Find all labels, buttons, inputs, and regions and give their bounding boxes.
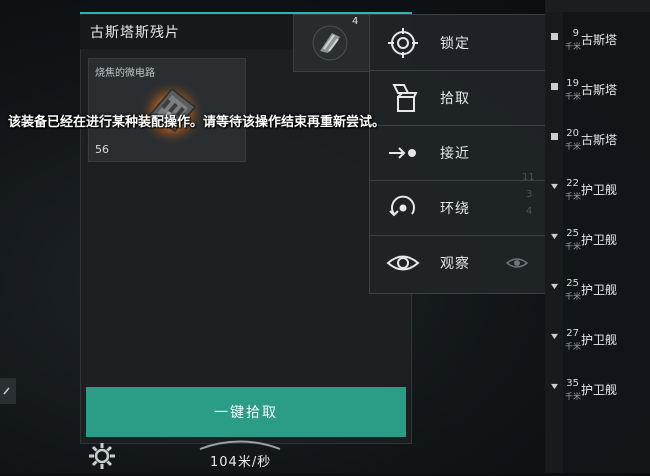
context-menu: 锁定 拾取 接近 环绕 观察	[369, 14, 547, 294]
overview-unit: 千米	[565, 142, 581, 151]
pickup-icon	[392, 83, 418, 112]
overview-distance: 27	[566, 328, 579, 339]
overview-distance: 9	[572, 28, 579, 39]
wreck-title: 古斯塔斯残片	[90, 25, 180, 41]
menu-item-pickup[interactable]: 拾取	[370, 70, 546, 126]
overview-distance: 35	[566, 378, 579, 389]
loot-item-card[interactable]: 烧焦的微电路 56	[88, 58, 246, 162]
menu-label-lock: 锁定	[440, 35, 470, 52]
wreck-marker-icon	[551, 33, 558, 40]
overview-unit: 千米	[565, 242, 581, 251]
crosshair-icon	[388, 27, 418, 58]
overview-unit: 千米	[565, 292, 581, 301]
overview-row[interactable]: 22 千米 护卫舰	[545, 164, 650, 214]
overview-distance: 25	[566, 278, 579, 289]
frigate-marker-icon	[551, 183, 558, 190]
frigate-marker-icon	[551, 283, 558, 290]
overview-row[interactable]: 25 千米 护卫舰	[545, 264, 650, 314]
menu-item-lock[interactable]: 锁定	[370, 15, 546, 71]
overview-name: 护卫舰	[581, 383, 618, 397]
frigate-marker-icon	[551, 383, 558, 390]
overview-top-strip	[545, 0, 650, 12]
menu-label-orbit: 环绕	[440, 200, 470, 217]
overview-distance: 20	[566, 128, 579, 139]
overview-unit: 千米	[565, 92, 581, 101]
overview-name: 护卫舰	[581, 183, 618, 197]
loot-all-button[interactable]: 一键拾取	[86, 387, 406, 437]
overview-name: 古斯塔	[581, 83, 618, 97]
frigate-marker-icon	[551, 333, 558, 340]
overview-row[interactable]: 25 千米 护卫舰	[545, 214, 650, 264]
overview-unit: 千米	[565, 42, 581, 51]
ship-selector-button[interactable]	[293, 14, 371, 72]
menu-label-observe: 观察	[440, 255, 470, 272]
orbit-icon	[389, 195, 415, 216]
frigate-marker-icon	[551, 233, 558, 240]
overview-row[interactable]: 19 千米 古斯塔	[545, 64, 650, 114]
ship-count: 4	[352, 16, 359, 27]
left-edge-tab[interactable]	[0, 378, 16, 404]
eye-icon	[386, 255, 420, 270]
menu-item-approach[interactable]: 接近	[370, 125, 546, 181]
item-quantity: 56	[95, 143, 109, 156]
overview-row[interactable]: 35 千米 护卫舰	[545, 364, 650, 414]
menu-item-observe[interactable]: 观察	[370, 235, 546, 290]
overview-name: 古斯塔	[581, 133, 618, 147]
overview-unit: 千米	[565, 192, 581, 201]
approach-icon	[389, 146, 416, 159]
overview-name: 护卫舰	[581, 333, 618, 347]
overview-distance: 19	[566, 78, 579, 89]
wreck-marker-icon	[551, 83, 558, 90]
overview-name: 护卫舰	[581, 233, 618, 247]
warning-message: 该装备已经在进行某种装配操作。请等待该操作结束再重新尝试。	[8, 115, 386, 130]
speed-gauge-arc	[199, 440, 281, 450]
overview-name: 护卫舰	[581, 283, 618, 297]
menu-item-orbit[interactable]: 环绕	[370, 180, 546, 236]
menu-label-pickup: 拾取	[440, 90, 470, 107]
overview-row[interactable]: 27 千米 护卫舰	[545, 314, 650, 364]
overview-name: 古斯塔	[581, 33, 618, 47]
wreck-marker-icon	[551, 133, 558, 140]
ship-icon	[312, 25, 348, 61]
menu-label-approach: 接近	[440, 145, 470, 162]
overview-unit: 千米	[565, 342, 581, 351]
overview-unit: 千米	[565, 392, 581, 401]
faded-range-3: 4	[526, 206, 533, 217]
faded-range-1: 11	[522, 172, 535, 183]
faded-range-2: 3	[526, 189, 533, 200]
settings-button[interactable]	[86, 440, 118, 472]
overview-row[interactable]: 9 千米 古斯塔	[545, 14, 650, 64]
speed-readout: 104米/秒	[210, 455, 272, 470]
overview-distance: 25	[566, 228, 579, 239]
gear-icon	[89, 443, 115, 469]
observe-small-eye-icon	[506, 257, 528, 268]
overview-row[interactable]: 20 千米 古斯塔	[545, 114, 650, 164]
overview-distance: 22	[566, 178, 579, 189]
